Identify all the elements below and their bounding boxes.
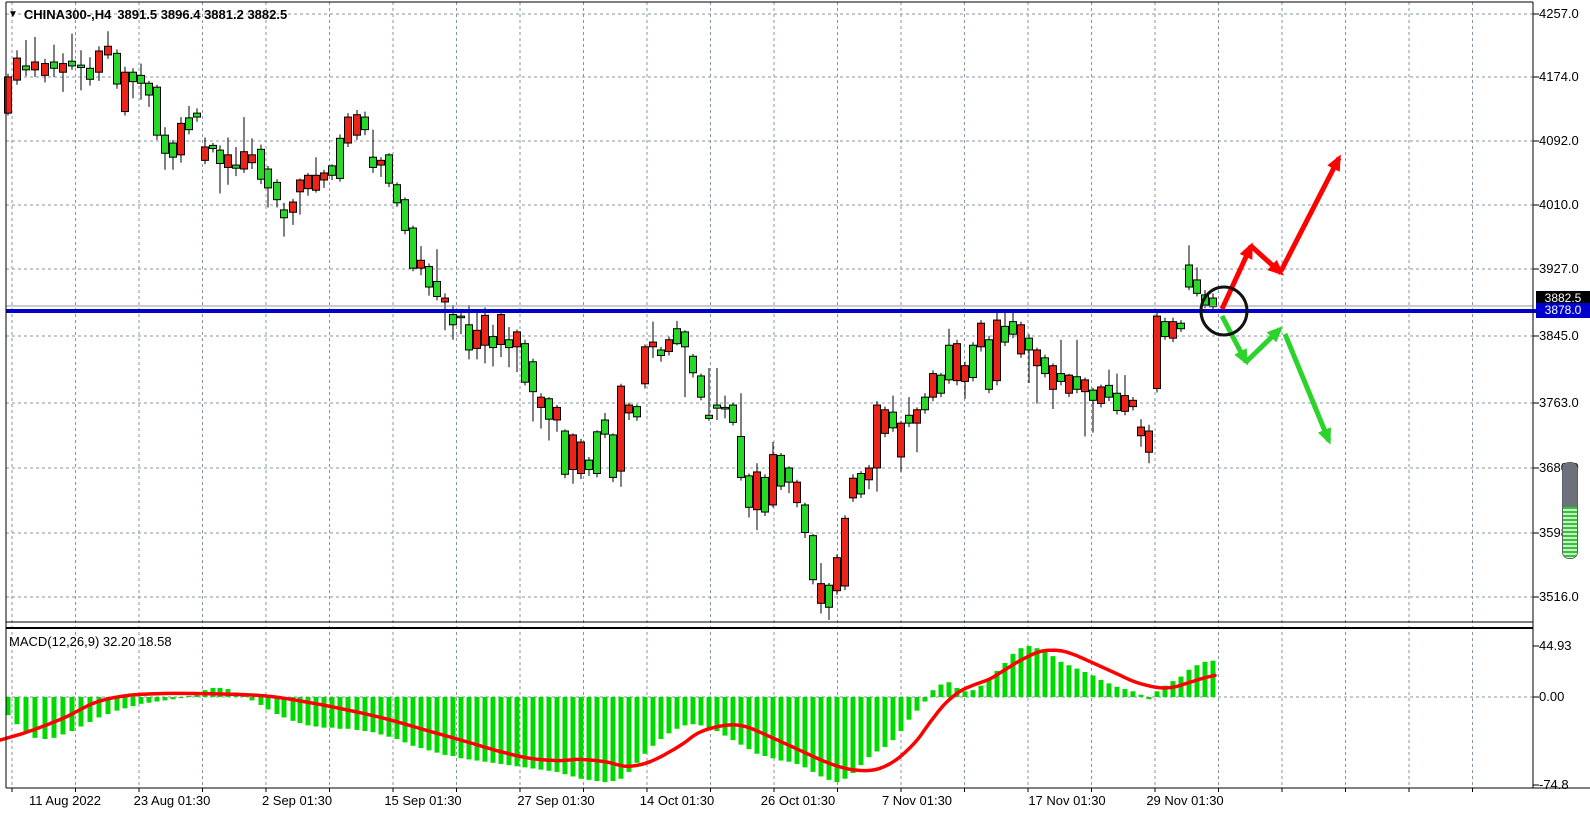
ohlc-values: 3891.5 3896.4 3881.2 3882.5 (117, 7, 287, 22)
bearish-arrow-segment (1246, 329, 1280, 362)
time-tick-label: 15 Sep 01:30 (368, 793, 478, 808)
macd-indicator-label: MACD(12,26,9) 32.20 18.58 (9, 634, 172, 649)
macd-tick-label: 44.93 (1539, 639, 1589, 653)
support-line[interactable] (6, 309, 1536, 313)
price-tick-label: 4010.0 (1539, 198, 1589, 212)
time-tick-label: 27 Sep 01:30 (501, 793, 611, 808)
dropdown-triangle-icon[interactable]: ▼ (8, 10, 18, 20)
time-tick-label: 14 Oct 01:30 (622, 793, 732, 808)
price-tick-label: 4257.0 (1539, 7, 1589, 21)
macd-tick-label: -74.8 (1539, 778, 1589, 792)
symbol-title[interactable]: ▼ CHINA300-,H4 3891.5 3896.4 3881.2 3882… (8, 7, 287, 22)
time-tick-label: 23 Aug 01:30 (117, 793, 227, 808)
price-tick-label: 4174.0 (1539, 70, 1589, 84)
bearish-arrow-segment (1285, 334, 1329, 441)
candlestick-series (5, 31, 1217, 620)
price-tick-label: 4092.0 (1539, 134, 1589, 148)
grid-lines (6, 2, 1533, 788)
price-tick-label: 3516.0 (1539, 590, 1589, 604)
right-edge-scrollbar[interactable] (1562, 462, 1578, 559)
time-tick-label: 17 Nov 01:30 (1012, 793, 1122, 808)
price-tick-label: 3927.0 (1539, 262, 1589, 276)
price-tick-label: 3845.0 (1539, 329, 1589, 343)
symbol-period-label: CHINA300-,H4 (24, 7, 111, 22)
scrollbar-thumb[interactable] (1563, 463, 1577, 507)
time-tick-label: 2 Sep 01:30 (242, 793, 352, 808)
time-tick-label: 7 Nov 01:30 (862, 793, 972, 808)
scrollbar-stripes (1563, 507, 1577, 558)
scenario-arrows (1201, 158, 1339, 441)
time-tick-label: 26 Oct 01:30 (743, 793, 853, 808)
macd-tick-label: 0.00 (1539, 690, 1589, 704)
hline-price-badge: 3878.0 (1536, 303, 1590, 318)
price-tick-label: 3763.0 (1539, 396, 1589, 410)
chart-canvas[interactable] (0, 0, 1590, 825)
bullish-arrow-segment (1222, 246, 1251, 309)
time-tick-label: 29 Nov 01:30 (1130, 793, 1240, 808)
time-tick-label: 11 Aug 2022 (10, 793, 120, 808)
bullish-arrow-segment (1281, 158, 1339, 271)
trading-chart-window: ▼ CHINA300-,H4 3891.5 3896.4 3881.2 3882… (0, 0, 1590, 825)
